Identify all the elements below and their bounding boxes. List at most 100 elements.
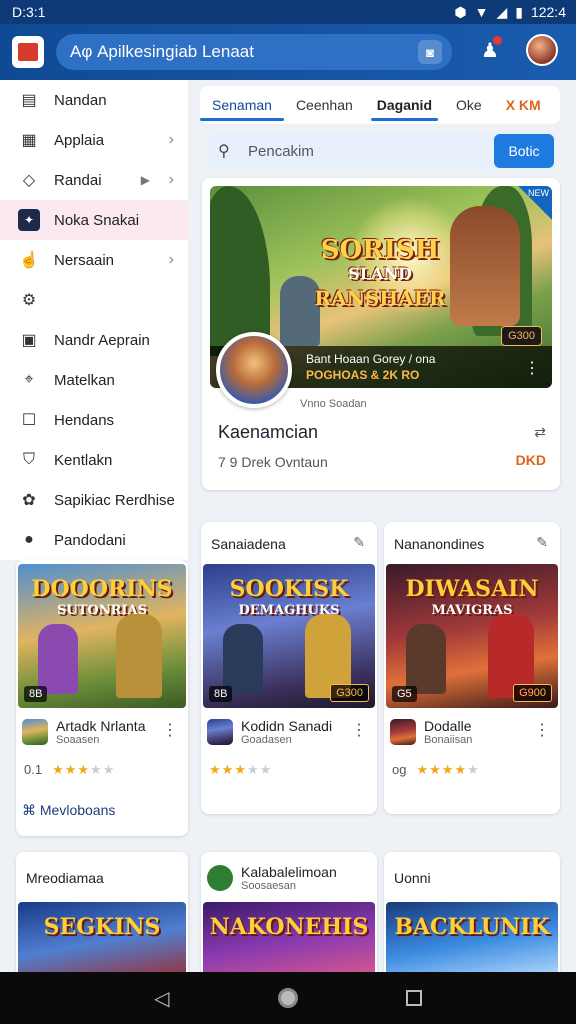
camera-icon[interactable]: ◙ xyxy=(418,40,442,64)
app-title-search[interactable]: Aφ Apilkesingiab Lenaat ◙ xyxy=(56,34,452,70)
game-art[interactable]: BACKLUNIK xyxy=(386,902,558,982)
featured-subtitle: 7 9 Drek Ovntaun xyxy=(218,454,328,470)
game-art[interactable]: DIWASAIN MAVIGRAS G5 G900 xyxy=(386,564,558,708)
status-bar: D:3:1 ⬢ ▼ ◢ ▮ 122:4 xyxy=(0,0,576,24)
player-count: 8B xyxy=(209,686,233,702)
tab-senaman[interactable]: Senaman xyxy=(200,86,284,124)
diamond-icon: ◇ xyxy=(22,172,36,189)
game-card[interactable]: Uonni BACKLUNIK xyxy=(384,852,560,982)
game-logo: BACKLUNIK xyxy=(386,916,558,938)
game-logo-title: DIWASAIN xyxy=(405,576,539,602)
game-art[interactable]: NAKONEHIS xyxy=(203,902,375,982)
more-link[interactable]: ⌘ Mevloboans xyxy=(22,802,115,819)
game-logo-title: NAKONEHIS xyxy=(209,914,369,940)
character-figure xyxy=(406,624,446,694)
game-art[interactable]: SOOKISK DEMAGHUKS 8B G300 xyxy=(203,564,375,708)
app-row[interactable]: Kodidn Sanadi Goadasen ⋮ xyxy=(207,718,371,746)
star-icon: ★ xyxy=(246,762,260,777)
star-icon: ★ xyxy=(221,762,235,777)
game-icon-avatar[interactable] xyxy=(216,332,292,408)
square-icon: ▣ xyxy=(21,332,37,349)
app-logo-icon[interactable] xyxy=(12,36,44,68)
sidebar-item-label: Kentlakn xyxy=(54,451,113,469)
star-icon: ★ xyxy=(259,762,273,777)
app-row[interactable]: Artadk Nrlanta Soaasen ⋮ xyxy=(22,718,182,746)
star-icon: ★ xyxy=(209,762,222,777)
chevron-right-icon: › xyxy=(168,251,174,268)
calendar-icon: ▦ xyxy=(21,132,37,149)
back-icon[interactable]: ◁ xyxy=(154,986,169,1011)
sidebar-item-4[interactable]: ☝ Nersaain › xyxy=(0,240,188,280)
sidebar-item-6[interactable]: ▣ Nandr Aeprain xyxy=(0,320,188,360)
app-bar: Aφ Apilkesingiab Lenaat ◙ ♟ xyxy=(0,24,576,80)
search-input[interactable]: Pencakim xyxy=(248,143,494,160)
app-text: Kalabalelimoan Soosaesan xyxy=(241,864,337,892)
app-sub: Goadasen xyxy=(241,734,292,746)
tab-hot[interactable]: X KM xyxy=(494,86,553,124)
cog-icon: ✿ xyxy=(22,492,36,509)
game-card[interactable]: Mreodiamaa SEGKINS xyxy=(16,852,188,982)
featured-credit: Vnno Soadan xyxy=(300,398,367,410)
sidebar-item-0[interactable]: ▤ Nandan xyxy=(0,80,188,120)
edit-icon[interactable]: ✎ xyxy=(353,534,365,551)
game-logo-title: SOOKISK xyxy=(229,576,349,602)
game-card[interactable]: Nananondines ✎ DIWASAIN MAVIGRAS G5 G900 Dodal… xyxy=(384,522,560,814)
sidebar-item-label: Nandr Aeprain xyxy=(54,331,150,349)
game-card[interactable]: Sanaiadena ✎ SOOKISK DEMAGHUKS 8B G300 Kodidn … xyxy=(201,522,377,814)
sidebar-item-10[interactable]: ✿ Sapikiac Rerdhise xyxy=(0,480,188,520)
sidebar-item-label: Matelkan xyxy=(54,371,115,389)
recents-icon[interactable] xyxy=(405,990,422,1006)
app-row[interactable]: Dodalle Bonaiisan ⋮ xyxy=(390,718,554,746)
game-card[interactable]: DOOORINS SUTONRIAS 8B Artadk Nrlanta Soaasen… xyxy=(16,560,188,836)
more-options-icon[interactable]: ⋮ xyxy=(534,720,550,740)
shield-icon: ⛉ xyxy=(22,451,35,468)
app-text: Dodalle Bonaiisan xyxy=(424,718,472,746)
status-time: D:3:1 xyxy=(12,4,46,20)
app-name: Kalabalelimoan xyxy=(241,864,337,880)
chevron-right-icon: › xyxy=(168,171,174,188)
more-options-icon[interactable]: ⋮ xyxy=(162,720,178,740)
sidebar-item-8[interactable]: ☐ Hendans xyxy=(0,400,188,440)
tab-daganid[interactable]: Daganid xyxy=(365,86,444,124)
chevron-right-icon: › xyxy=(168,131,174,148)
sidebar-item-9[interactable]: ⛉ Kentlakn xyxy=(0,440,188,480)
app-sub: Soosaesan xyxy=(241,880,297,892)
star-icon: ★ xyxy=(441,762,455,777)
tab-ceenhan[interactable]: Ceenhan xyxy=(284,86,365,124)
app-icon xyxy=(390,719,416,745)
signal-icon: ◢ xyxy=(496,3,508,20)
sidebar-item-3[interactable]: ✦ Noka Snakai xyxy=(0,200,188,240)
profile-avatar[interactable] xyxy=(526,34,558,66)
sidebar-item-1[interactable]: ▦ Applaia › xyxy=(0,120,188,160)
share-icon[interactable]: ⇄ xyxy=(534,424,546,441)
featured-card[interactable]: SORISH SLAND RANSHAER NEW G300 Bant Hoaa… xyxy=(202,178,560,490)
more-options-icon[interactable]: ⋮ xyxy=(524,358,540,378)
game-card[interactable]: Kalabalelimoan Soosaesan NAKONEHIS xyxy=(201,852,377,982)
star-icon: ★ xyxy=(102,762,116,777)
app-row[interactable]: Kalabalelimoan Soosaesan xyxy=(207,864,371,892)
rating-stars: og ★★★★★ xyxy=(392,762,480,778)
gear-icon: ⚙ xyxy=(21,292,37,309)
home-icon[interactable] xyxy=(277,988,298,1008)
status-right: 122:4 xyxy=(530,4,566,20)
search-button[interactable]: Botic xyxy=(494,134,554,168)
more-options-icon[interactable]: ⋮ xyxy=(351,720,367,740)
avatar-icon: ● xyxy=(24,531,34,548)
sidebar-item-7[interactable]: ⌖ Matelkan xyxy=(0,360,188,400)
edit-icon[interactable]: ✎ xyxy=(536,534,548,551)
overlay-title: Bant Hoaan Gorey / ona xyxy=(306,352,436,366)
sidebar-item-11[interactable]: ● Pandodani xyxy=(0,520,188,560)
game-logo: DOOORINS SUTONRIAS xyxy=(18,578,186,622)
tab-oke[interactable]: Oke xyxy=(444,86,494,124)
sidebar: ▤ Nandan ▦ Applaia › ◇ Randai › ▶ ✦ Noka Snakai ☝ Ne… xyxy=(0,80,188,560)
search-bar: ⚲ Pencakim Botic xyxy=(208,132,556,170)
game-art[interactable]: DOOORINS SUTONRIAS 8B xyxy=(18,564,186,708)
star-icon: ★ xyxy=(77,762,91,777)
search-icon: ⚲ xyxy=(218,143,230,160)
player-count: G5 xyxy=(392,686,417,702)
notification-bell-icon[interactable]: ♟ xyxy=(476,36,504,64)
price-badge: G300 xyxy=(501,326,542,346)
game-art[interactable]: SEGKINS xyxy=(18,902,186,982)
sidebar-item-5[interactable]: ⚙ xyxy=(0,280,188,320)
sidebar-item-2[interactable]: ◇ Randai › ▶ xyxy=(0,160,188,200)
